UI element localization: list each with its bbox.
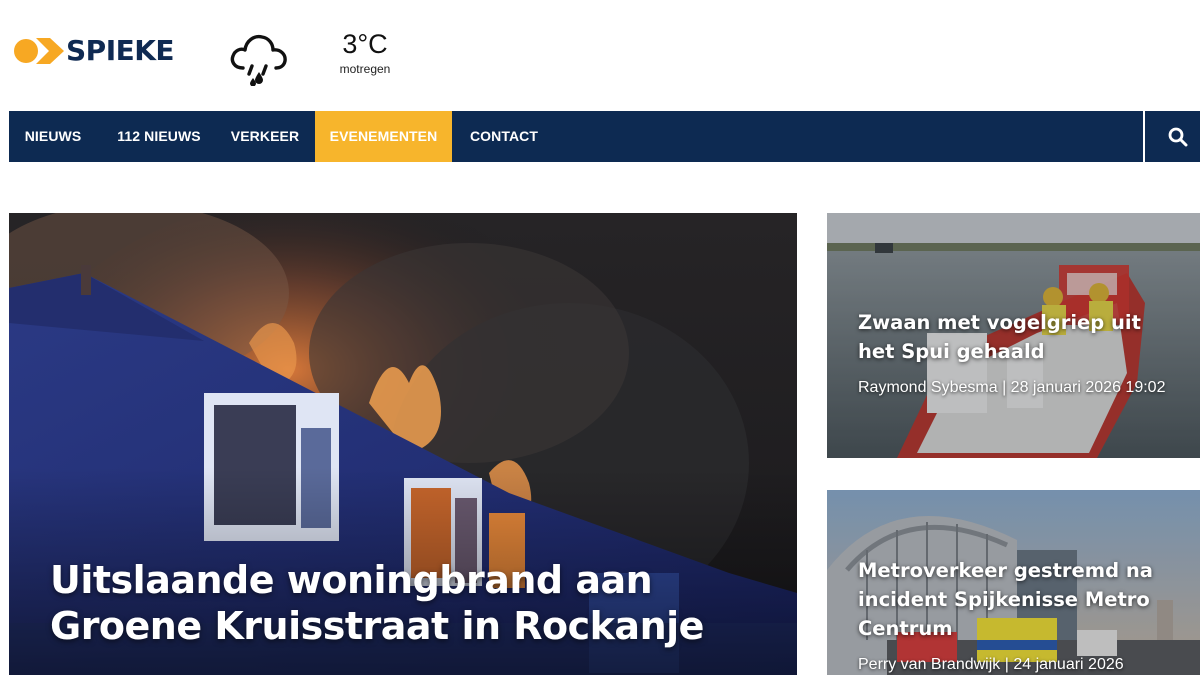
- nav-item-evenementen[interactable]: EVENEMENTEN: [315, 111, 452, 162]
- article-meta: Raymond Sybesma | 28 januari 2026 19:02: [858, 379, 1166, 396]
- article-card[interactable]: Metroverkeer gestremd na incident Spijke…: [827, 490, 1200, 675]
- nav-divider: [1143, 111, 1145, 162]
- search-button[interactable]: [1155, 111, 1200, 162]
- nav-item-verkeer[interactable]: VERKEER: [221, 111, 309, 162]
- search-icon: [1168, 127, 1187, 146]
- logo-text: SPIEKE: [66, 34, 175, 67]
- weather-temperature: 3°C: [342, 29, 388, 59]
- site-header: SPIEKE 3°C motregen: [0, 0, 1200, 110]
- cloud-drizzle-icon: [229, 28, 289, 87]
- article-title[interactable]: Zwaan met vogelgriep uit het Spui gehaal…: [858, 308, 1178, 366]
- article-title[interactable]: Metroverkeer gestremd na incident Spijke…: [858, 556, 1178, 643]
- nav-item-contact[interactable]: CONTACT: [456, 111, 552, 162]
- logo-mark-icon: [14, 38, 64, 64]
- article-meta: Perry van Brandwijk | 24 januari 2026: [858, 656, 1124, 673]
- featured-article[interactable]: Uitslaande woningbrand aan Groene Kruiss…: [9, 213, 797, 675]
- main-nav: NIEUWS 112 NIEUWS VERKEER EVENEMENTEN CO…: [9, 111, 1200, 162]
- nav-item-nieuws[interactable]: NIEUWS: [9, 111, 97, 162]
- nav-item-112-nieuws[interactable]: 112 NIEUWS: [97, 111, 221, 162]
- weather-condition: motregen: [339, 62, 391, 76]
- site-logo[interactable]: SPIEKE: [14, 34, 175, 68]
- article-card[interactable]: Zwaan met vogelgriep uit het Spui gehaal…: [827, 213, 1200, 458]
- featured-article-title[interactable]: Uitslaande woningbrand aan Groene Kruiss…: [50, 557, 770, 649]
